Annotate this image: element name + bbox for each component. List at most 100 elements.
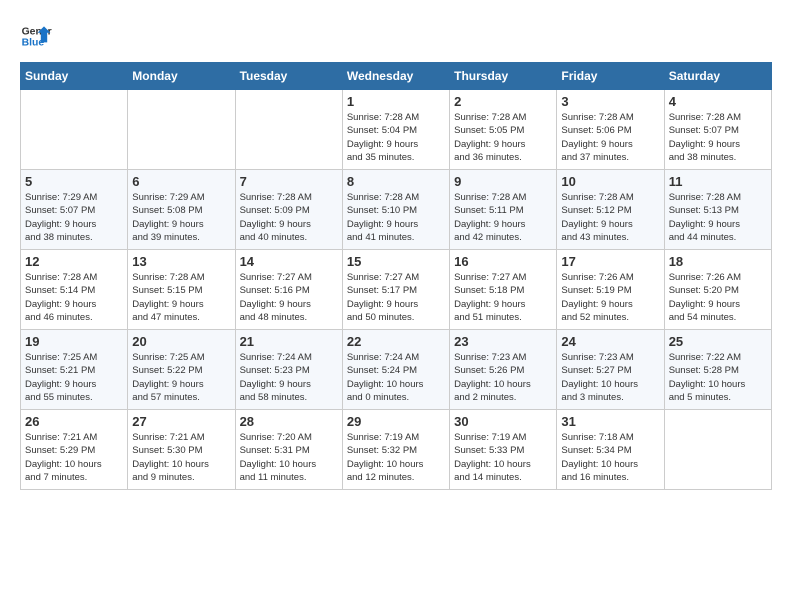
day-info: Sunrise: 7:23 AM Sunset: 5:26 PM Dayligh…	[454, 351, 552, 404]
calendar-cell: 1Sunrise: 7:28 AM Sunset: 5:04 PM Daylig…	[342, 90, 449, 170]
calendar-cell: 23 Sunrise: 7:23 AM Sunset: 5:26 PM Dayli…	[450, 330, 557, 410]
day-info: Sunrise: 7:20 AM Sunset: 5:31 PM Dayligh…	[240, 431, 338, 484]
day-number: 22	[347, 334, 445, 349]
day-info: Sunrise: 7:29 AM Sunset: 5:07 PM Dayligh…	[25, 191, 123, 244]
day-number: 24	[561, 334, 659, 349]
day-info: Sunrise: 7:28 AM Sunset: 5:14 PM Dayligh…	[25, 271, 123, 324]
day-number: 2	[454, 94, 552, 109]
calendar-cell: 3Sunrise: 7:28 AM Sunset: 5:06 PM Daylig…	[557, 90, 664, 170]
day-info: Sunrise: 7:18 AM Sunset: 5:34 PM Dayligh…	[561, 431, 659, 484]
day-number: 13	[132, 254, 230, 269]
day-info: Sunrise: 7:24 AM Sunset: 5:24 PM Dayligh…	[347, 351, 445, 404]
calendar-cell: 9 Sunrise: 7:28 AM Sunset: 5:11 PM Daylig…	[450, 170, 557, 250]
calendar-cell: 24 Sunrise: 7:23 AM Sunset: 5:27 PM Dayli…	[557, 330, 664, 410]
header-cell-monday: Monday	[128, 63, 235, 90]
day-number: 12	[25, 254, 123, 269]
day-info: Sunrise: 7:28 AM Sunset: 5:10 PM Dayligh…	[347, 191, 445, 244]
day-info: Sunrise: 7:26 AM Sunset: 5:20 PM Dayligh…	[669, 271, 767, 324]
day-info: Sunrise: 7:28 AM Sunset: 5:15 PM Dayligh…	[132, 271, 230, 324]
day-number: 23	[454, 334, 552, 349]
calendar-cell: 25Sunrise: 7:22 AM Sunset: 5:28 PM Dayli…	[664, 330, 771, 410]
day-number: 14	[240, 254, 338, 269]
day-number: 15	[347, 254, 445, 269]
day-info: Sunrise: 7:24 AM Sunset: 5:23 PM Dayligh…	[240, 351, 338, 404]
calendar-cell: 15 Sunrise: 7:27 AM Sunset: 5:17 PM Dayli…	[342, 250, 449, 330]
calendar-cell: 4 Sunrise: 7:28 AM Sunset: 5:07 PM Daylig…	[664, 90, 771, 170]
calendar-cell: 19 Sunrise: 7:25 AM Sunset: 5:21 PM Dayli…	[21, 330, 128, 410]
header-cell-wednesday: Wednesday	[342, 63, 449, 90]
calendar-cell: 13 Sunrise: 7:28 AM Sunset: 5:15 PM Dayli…	[128, 250, 235, 330]
calendar-cell: 27 Sunrise: 7:21 AM Sunset: 5:30 PM Dayli…	[128, 410, 235, 490]
day-number: 20	[132, 334, 230, 349]
day-info: Sunrise: 7:25 AM Sunset: 5:21 PM Dayligh…	[25, 351, 123, 404]
calendar-week-5: 26Sunrise: 7:21 AM Sunset: 5:29 PM Dayli…	[21, 410, 772, 490]
day-info: Sunrise: 7:27 AM Sunset: 5:16 PM Dayligh…	[240, 271, 338, 324]
calendar-cell	[664, 410, 771, 490]
header: General Blue	[20, 20, 772, 52]
day-info: Sunrise: 7:21 AM Sunset: 5:29 PM Dayligh…	[25, 431, 123, 484]
day-info: Sunrise: 7:28 AM Sunset: 5:05 PM Dayligh…	[454, 111, 552, 164]
day-info: Sunrise: 7:27 AM Sunset: 5:17 PM Dayligh…	[347, 271, 445, 324]
day-info: Sunrise: 7:28 AM Sunset: 5:09 PM Dayligh…	[240, 191, 338, 244]
calendar-cell: 29 Sunrise: 7:19 AM Sunset: 5:32 PM Dayli…	[342, 410, 449, 490]
calendar-cell: 17Sunrise: 7:26 AM Sunset: 5:19 PM Dayli…	[557, 250, 664, 330]
header-cell-saturday: Saturday	[664, 63, 771, 90]
calendar-cell: 22 Sunrise: 7:24 AM Sunset: 5:24 PM Dayli…	[342, 330, 449, 410]
day-number: 9	[454, 174, 552, 189]
header-row: SundayMondayTuesdayWednesdayThursdayFrid…	[21, 63, 772, 90]
day-info: Sunrise: 7:28 AM Sunset: 5:11 PM Dayligh…	[454, 191, 552, 244]
calendar-cell: 14 Sunrise: 7:27 AM Sunset: 5:16 PM Dayli…	[235, 250, 342, 330]
day-info: Sunrise: 7:28 AM Sunset: 5:13 PM Dayligh…	[669, 191, 767, 244]
day-number: 19	[25, 334, 123, 349]
day-number: 4	[669, 94, 767, 109]
calendar-cell: 31 Sunrise: 7:18 AM Sunset: 5:34 PM Dayli…	[557, 410, 664, 490]
calendar-cell: 28 Sunrise: 7:20 AM Sunset: 5:31 PM Dayli…	[235, 410, 342, 490]
day-number: 28	[240, 414, 338, 429]
calendar-cell: 18 Sunrise: 7:26 AM Sunset: 5:20 PM Dayli…	[664, 250, 771, 330]
day-info: Sunrise: 7:28 AM Sunset: 5:12 PM Dayligh…	[561, 191, 659, 244]
day-number: 25	[669, 334, 767, 349]
calendar-cell: 16Sunrise: 7:27 AM Sunset: 5:18 PM Dayli…	[450, 250, 557, 330]
calendar-cell: 2 Sunrise: 7:28 AM Sunset: 5:05 PM Daylig…	[450, 90, 557, 170]
day-info: Sunrise: 7:29 AM Sunset: 5:08 PM Dayligh…	[132, 191, 230, 244]
day-number: 16	[454, 254, 552, 269]
day-number: 8	[347, 174, 445, 189]
day-number: 5	[25, 174, 123, 189]
day-info: Sunrise: 7:21 AM Sunset: 5:30 PM Dayligh…	[132, 431, 230, 484]
calendar-week-2: 5 Sunrise: 7:29 AM Sunset: 5:07 PM Daylig…	[21, 170, 772, 250]
calendar-week-1: 1Sunrise: 7:28 AM Sunset: 5:04 PM Daylig…	[21, 90, 772, 170]
calendar-cell: 8 Sunrise: 7:28 AM Sunset: 5:10 PM Daylig…	[342, 170, 449, 250]
calendar-cell: 5 Sunrise: 7:29 AM Sunset: 5:07 PM Daylig…	[21, 170, 128, 250]
day-info: Sunrise: 7:28 AM Sunset: 5:04 PM Dayligh…	[347, 111, 445, 164]
calendar-cell: 30 Sunrise: 7:19 AM Sunset: 5:33 PM Dayli…	[450, 410, 557, 490]
calendar-cell	[235, 90, 342, 170]
day-number: 29	[347, 414, 445, 429]
calendar-cell	[128, 90, 235, 170]
calendar-cell: 26Sunrise: 7:21 AM Sunset: 5:29 PM Dayli…	[21, 410, 128, 490]
day-info: Sunrise: 7:28 AM Sunset: 5:07 PM Dayligh…	[669, 111, 767, 164]
day-number: 18	[669, 254, 767, 269]
day-number: 30	[454, 414, 552, 429]
day-number: 10	[561, 174, 659, 189]
calendar-cell: 7Sunrise: 7:28 AM Sunset: 5:09 PM Daylig…	[235, 170, 342, 250]
day-number: 31	[561, 414, 659, 429]
calendar-week-3: 12 Sunrise: 7:28 AM Sunset: 5:14 PM Dayli…	[21, 250, 772, 330]
calendar-week-4: 19 Sunrise: 7:25 AM Sunset: 5:21 PM Dayli…	[21, 330, 772, 410]
calendar-table: SundayMondayTuesdayWednesdayThursdayFrid…	[20, 62, 772, 490]
day-info: Sunrise: 7:26 AM Sunset: 5:19 PM Dayligh…	[561, 271, 659, 324]
day-info: Sunrise: 7:25 AM Sunset: 5:22 PM Dayligh…	[132, 351, 230, 404]
day-info: Sunrise: 7:19 AM Sunset: 5:32 PM Dayligh…	[347, 431, 445, 484]
day-info: Sunrise: 7:28 AM Sunset: 5:06 PM Dayligh…	[561, 111, 659, 164]
day-info: Sunrise: 7:19 AM Sunset: 5:33 PM Dayligh…	[454, 431, 552, 484]
logo: General Blue	[20, 20, 52, 52]
calendar-cell	[21, 90, 128, 170]
header-cell-friday: Friday	[557, 63, 664, 90]
day-number: 21	[240, 334, 338, 349]
calendar-cell: 12 Sunrise: 7:28 AM Sunset: 5:14 PM Dayli…	[21, 250, 128, 330]
day-info: Sunrise: 7:23 AM Sunset: 5:27 PM Dayligh…	[561, 351, 659, 404]
day-number: 11	[669, 174, 767, 189]
calendar-cell: 11 Sunrise: 7:28 AM Sunset: 5:13 PM Dayli…	[664, 170, 771, 250]
header-cell-sunday: Sunday	[21, 63, 128, 90]
day-number: 27	[132, 414, 230, 429]
calendar-cell: 21 Sunrise: 7:24 AM Sunset: 5:23 PM Dayli…	[235, 330, 342, 410]
